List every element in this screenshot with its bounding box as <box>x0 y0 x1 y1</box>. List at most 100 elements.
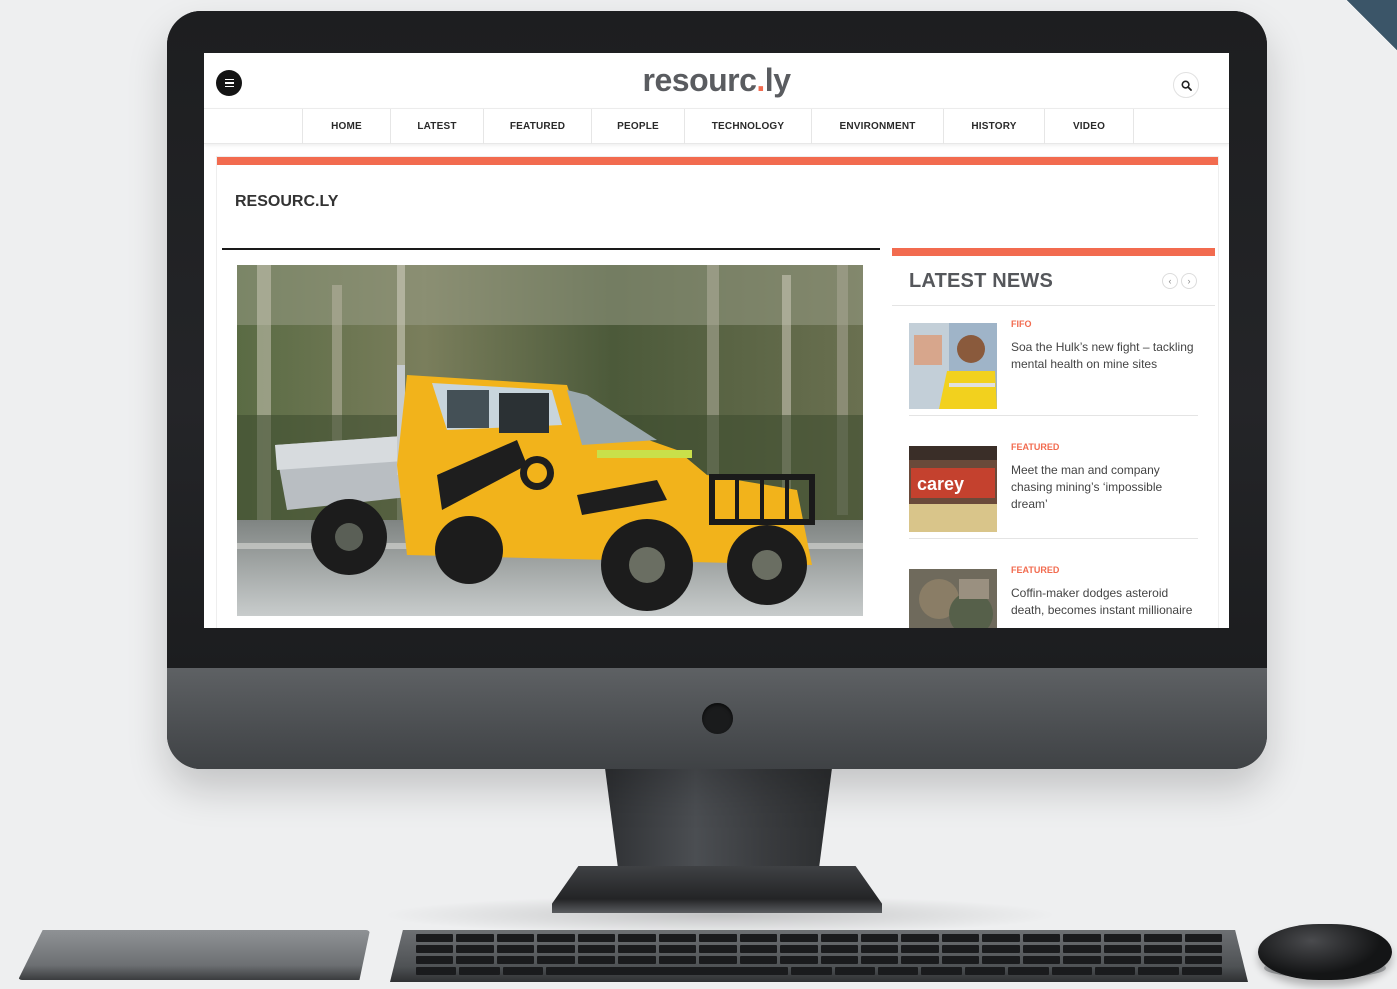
news-thumbnail-image: carey <box>909 446 997 532</box>
key <box>1063 945 1101 953</box>
site-header: resourc.ly <box>204 53 1229 108</box>
news-category[interactable]: FEATURED <box>1011 565 1059 575</box>
news-item[interactable]: carey FEATURED Meet the man and company … <box>909 429 1198 539</box>
key <box>658 945 697 953</box>
key <box>537 956 575 964</box>
key <box>964 967 1006 975</box>
key <box>1144 934 1182 942</box>
news-separator <box>909 415 1198 416</box>
content-card: RESOURC.LY LATEST NEWS ‹ › FIFO Soa the … <box>216 156 1219 628</box>
key <box>618 956 656 964</box>
key <box>1184 934 1223 942</box>
search-button[interactable] <box>1173 72 1199 98</box>
key <box>416 934 454 942</box>
key <box>1103 956 1142 964</box>
logo-dot: . <box>756 62 765 98</box>
page-title: RESOURC.LY <box>235 193 339 210</box>
search-icon <box>1181 80 1192 91</box>
nav-item-latest[interactable]: LATEST <box>391 109 484 144</box>
news-title[interactable]: Soa the Hulk’s new fight – tackling ment… <box>1011 339 1201 373</box>
key <box>1022 945 1061 953</box>
key <box>459 967 500 975</box>
key <box>416 967 457 975</box>
nav-item-featured[interactable]: FEATURED <box>484 109 592 144</box>
key <box>780 945 818 953</box>
key <box>739 934 778 942</box>
keyboard <box>390 930 1248 982</box>
key <box>537 945 575 953</box>
monitor-stand-neck <box>605 768 832 873</box>
nav-item-technology[interactable]: TECHNOLOGY <box>685 109 812 144</box>
key <box>699 945 737 953</box>
nav-item-history[interactable]: HISTORY <box>944 109 1045 144</box>
news-separator <box>909 538 1198 539</box>
news-thumbnail-image <box>909 323 997 409</box>
news-title[interactable]: Meet the man and company chasing mining’… <box>1011 462 1201 513</box>
nav-item-environment[interactable]: ENVIRONMENT <box>812 109 944 144</box>
key <box>1094 967 1136 975</box>
news-thumbnail[interactable] <box>909 569 997 628</box>
hero-vehicle-illustration <box>237 265 863 616</box>
key <box>780 956 818 964</box>
mouse <box>1258 924 1392 980</box>
key <box>537 934 575 942</box>
monitor-chin <box>167 668 1267 769</box>
key <box>502 967 544 975</box>
news-thumbnail[interactable] <box>909 323 997 409</box>
key <box>658 956 697 964</box>
nav-item-video[interactable]: VIDEO <box>1045 109 1134 144</box>
keyboard-row <box>416 934 1223 942</box>
nav-item-people[interactable]: PEOPLE <box>592 109 685 144</box>
sidebar-accent-bar <box>892 248 1215 256</box>
monitor-stand-base <box>552 866 882 913</box>
spacebar-key <box>546 967 789 975</box>
key <box>982 956 1020 964</box>
key <box>941 956 980 964</box>
news-category[interactable]: FIFO <box>1011 319 1032 329</box>
key <box>860 934 899 942</box>
thumbnail-sign-text: carey <box>917 474 964 494</box>
key <box>577 956 616 964</box>
key <box>577 934 616 942</box>
key <box>1103 934 1142 942</box>
chevron-left-icon[interactable]: ‹ <box>1162 273 1178 289</box>
key <box>860 956 899 964</box>
accent-bar <box>217 157 1218 165</box>
key <box>1022 956 1061 964</box>
main-navigation: HOME LATEST FEATURED PEOPLE TECHNOLOGY E… <box>204 108 1229 144</box>
key <box>791 967 832 975</box>
hero-image[interactable] <box>237 265 863 616</box>
site-logo[interactable]: resourc.ly <box>204 62 1229 99</box>
news-item[interactable]: FEATURED Coffin-maker dodges asteroid de… <box>909 552 1198 628</box>
key <box>739 945 778 953</box>
latest-news-sidebar: LATEST NEWS ‹ › FIFO Soa the Hulk’s new … <box>892 248 1215 628</box>
logo-text-end: ly <box>764 62 791 98</box>
key <box>1051 967 1092 975</box>
nav-item-home[interactable]: HOME <box>303 109 391 144</box>
news-item[interactable]: FIFO Soa the Hulk’s new fight – tackling… <box>909 306 1198 416</box>
chevron-right-icon[interactable]: › <box>1181 273 1197 289</box>
key <box>860 945 899 953</box>
key <box>1022 934 1061 942</box>
key <box>699 934 737 942</box>
key <box>618 945 656 953</box>
sidebar-header: LATEST NEWS ‹ › <box>892 256 1215 306</box>
news-category[interactable]: FEATURED <box>1011 442 1059 452</box>
key <box>1181 967 1223 975</box>
key <box>1138 967 1179 975</box>
key <box>921 967 962 975</box>
logo-text-main: resourc <box>642 62 757 98</box>
trackpad <box>18 930 370 980</box>
nav-list: HOME LATEST FEATURED PEOPLE TECHNOLOGY E… <box>302 109 1134 144</box>
key <box>496 956 535 964</box>
key <box>820 945 858 953</box>
key <box>456 945 494 953</box>
key <box>618 934 656 942</box>
keyboard-row <box>416 956 1223 964</box>
key <box>982 945 1020 953</box>
keyboard-row <box>416 945 1223 953</box>
news-title[interactable]: Coffin-maker dodges asteroid death, beco… <box>1011 585 1201 619</box>
news-thumbnail[interactable]: carey <box>909 446 997 532</box>
key <box>1008 967 1049 975</box>
news-thumbnail-image <box>909 569 997 628</box>
